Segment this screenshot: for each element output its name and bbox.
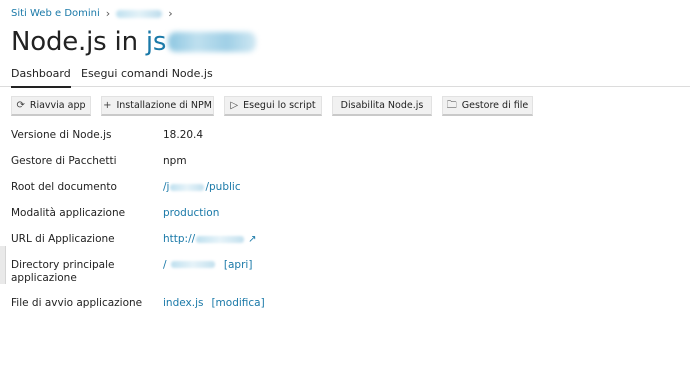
side-panel-handle[interactable] (0, 246, 6, 284)
package-manager-value: npm (163, 155, 187, 167)
page-title: Node.js in js (11, 27, 257, 57)
restart-app-button[interactable]: ⟳ Riavvia app (11, 96, 91, 116)
edit-startup-file-link[interactable]: [modifica] (211, 297, 264, 309)
redacted-text (170, 261, 215, 268)
tab-dashboard[interactable]: Dashboard (11, 67, 71, 88)
app-root-link[interactable]: / (163, 259, 216, 271)
folder-icon: 🗀 (446, 99, 457, 111)
run-script-button[interactable]: ▷ Esegui lo script (224, 96, 322, 116)
file-manager-button[interactable]: 🗀 Gestore di file (442, 96, 533, 116)
chevron-right-icon: › (168, 7, 173, 20)
breadcrumb: Siti Web e Domini › › (11, 8, 173, 19)
app-mode-link[interactable]: production (163, 207, 219, 219)
npm-install-button[interactable]: + Installazione di NPM (101, 96, 214, 116)
external-link-icon: ↗ (248, 233, 257, 245)
redacted-text (170, 183, 205, 191)
disable-nodejs-button[interactable]: Disabilita Node.js (332, 96, 432, 116)
breadcrumb-domain-redacted[interactable] (116, 9, 163, 18)
app-url-link[interactable]: http:// ↗ (163, 233, 257, 245)
page-title-domain-redacted (168, 32, 257, 52)
node-version-value: 18.20.4 (163, 129, 204, 141)
play-icon: ▷ (230, 99, 239, 111)
redacted-text (196, 235, 245, 243)
plus-icon: + (103, 99, 112, 111)
page-title-domain[interactable]: js (146, 27, 167, 57)
refresh-icon: ⟳ (16, 99, 25, 111)
breadcrumb-websites-link[interactable]: Siti Web e Domini (11, 8, 100, 19)
tab-run-nodejs-commands[interactable]: Esegui comandi Node.js (81, 67, 213, 87)
document-root-link[interactable]: /j /public (163, 181, 241, 193)
startup-file-link[interactable]: index.js (163, 297, 203, 309)
toolbar: ⟳ Riavvia app + Installazione di NPM ▷ E… (11, 96, 543, 116)
open-app-root-link[interactable]: [apri] (224, 259, 253, 271)
tab-bar: Dashboard Esegui comandi Node.js (0, 67, 690, 88)
chevron-right-icon: › (105, 7, 111, 20)
